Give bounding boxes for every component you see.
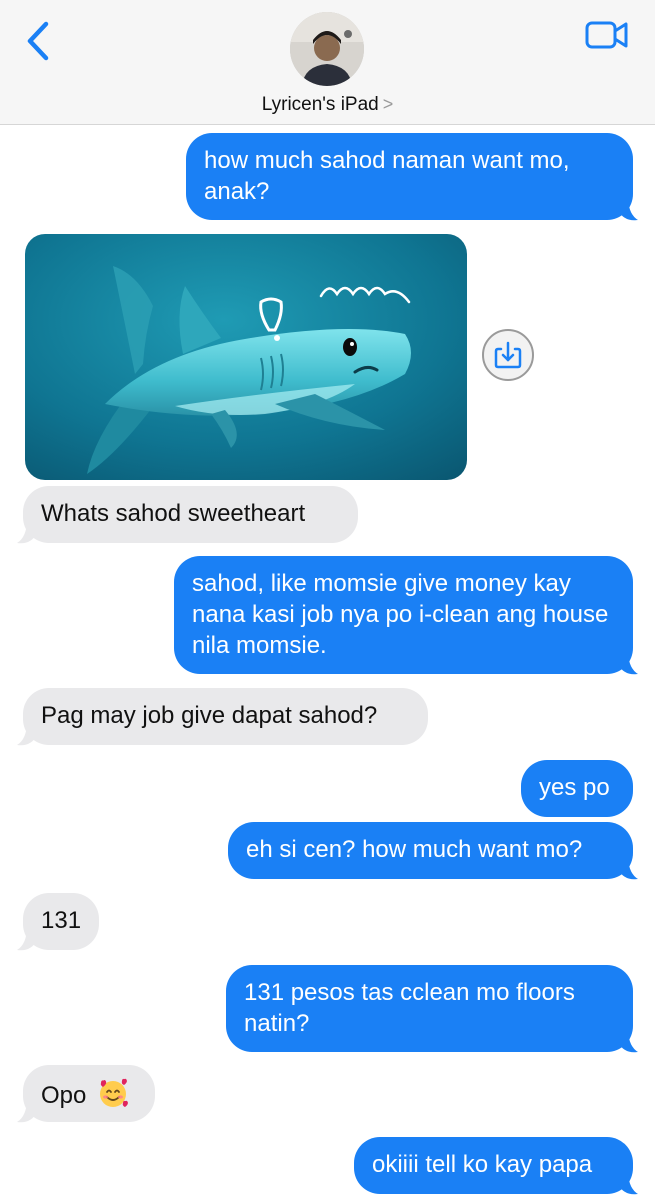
message-bubble-outgoing[interactable]: how much sahod naman want mo, anak? bbox=[186, 133, 633, 220]
bubble-tail bbox=[618, 196, 638, 221]
contact-name[interactable]: Lyricen's iPad > bbox=[0, 94, 655, 116]
message-text: 131 bbox=[41, 907, 82, 934]
video-camera-icon bbox=[585, 21, 628, 49]
message-text: 131 pesos tas cclean mo floors natin? bbox=[244, 979, 575, 1037]
shark-image bbox=[25, 234, 467, 480]
avatar-photo bbox=[290, 12, 364, 86]
bubble-tail bbox=[618, 1170, 638, 1195]
message-text: Pag may job give dapat sahod? bbox=[41, 702, 378, 729]
bubble-tail bbox=[17, 926, 37, 951]
message-text: Opo bbox=[41, 1082, 87, 1109]
contact-avatar[interactable] bbox=[290, 12, 364, 86]
bubble-tail bbox=[618, 1028, 638, 1053]
chevron-left-icon bbox=[27, 21, 49, 61]
bubble-tail bbox=[17, 1098, 37, 1123]
smiling-face-with-hearts-emoji bbox=[100, 1078, 128, 1107]
message-text: how much sahod naman want mo, anak? bbox=[204, 147, 570, 205]
save-image-button[interactable] bbox=[482, 329, 534, 381]
facetime-video-button[interactable] bbox=[584, 18, 630, 52]
message-bubble-outgoing[interactable]: yes po bbox=[521, 760, 633, 817]
message-text: eh si cen? how much want mo? bbox=[246, 836, 583, 863]
save-to-device-icon bbox=[494, 341, 522, 369]
contact-name-label: Lyricen's iPad bbox=[261, 94, 379, 115]
message-bubble-outgoing[interactable]: okiiii tell ko kay papa bbox=[354, 1137, 633, 1194]
message-text: sahod, like momsie give money kay nana k… bbox=[192, 570, 609, 659]
chevron-right-icon: > bbox=[382, 94, 394, 114]
bubble-tail bbox=[618, 650, 638, 675]
message-bubble-incoming[interactable]: Whats sahod sweetheart bbox=[23, 486, 358, 543]
message-bubble-outgoing[interactable]: 131 pesos tas cclean mo floors natin? bbox=[226, 965, 633, 1052]
back-button[interactable] bbox=[22, 20, 56, 62]
message-bubble-incoming[interactable]: Opo bbox=[23, 1065, 155, 1122]
message-text: yes po bbox=[539, 774, 610, 801]
message-bubble-outgoing[interactable]: eh si cen? how much want mo? bbox=[228, 822, 633, 879]
bubble-tail bbox=[17, 721, 37, 746]
shark-sticker-image[interactable] bbox=[25, 234, 467, 480]
bubble-tail bbox=[17, 519, 37, 544]
message-bubble-outgoing[interactable]: sahod, like momsie give money kay nana k… bbox=[174, 556, 633, 674]
conversation-header: Lyricen's iPad > bbox=[0, 0, 655, 125]
message-text: Whats sahod sweetheart bbox=[41, 500, 306, 527]
message-bubble-incoming[interactable]: Pag may job give dapat sahod? bbox=[23, 688, 428, 745]
bubble-tail bbox=[618, 855, 638, 880]
message-text: okiiii tell ko kay papa bbox=[372, 1151, 593, 1178]
